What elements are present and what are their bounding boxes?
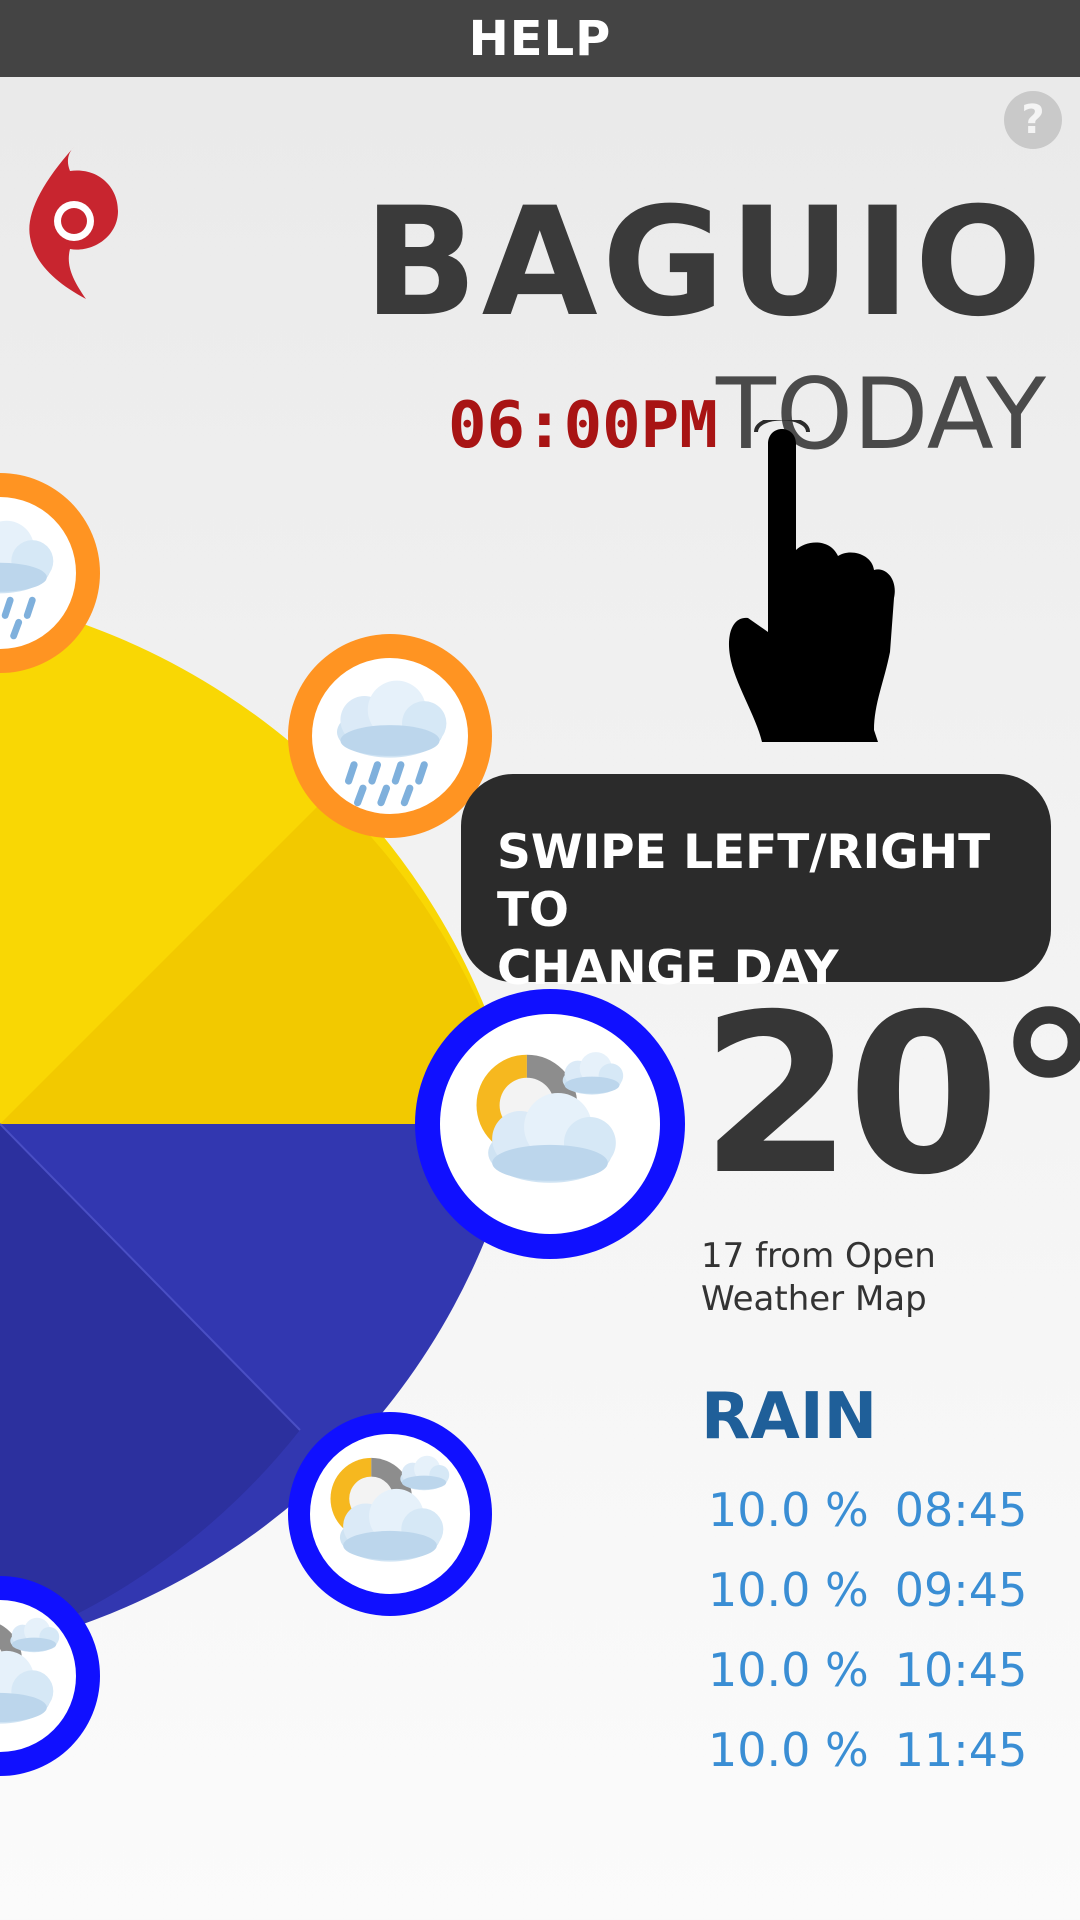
typhoon-logo-icon [29,147,118,299]
rain-list: 10.0 % 08:45 10.0 % 09:45 10.0 % 10:45 1… [708,1470,1027,1790]
city-name: BAGUIO [363,176,1046,350]
rain-chance: 10.0 % [708,1563,869,1617]
app-bar-title: HELP [468,10,612,67]
help-icon[interactable]: ? [1004,91,1062,149]
app-bar: HELP [0,0,1080,77]
rain-entry: 10.0 % 10:45 [708,1630,1027,1710]
rain-title: RAIN [701,1380,878,1454]
rain-entry: 10.0 % 11:45 [708,1710,1027,1790]
hint-line-1: SWIPE LEFT/RIGHT TO [497,825,991,938]
rain-time: 08:45 [894,1483,1028,1537]
pointing-hand-icon [728,420,895,742]
rain-chance: 10.0 % [708,1723,869,1777]
rain-time: 11:45 [894,1723,1028,1777]
wheel-slot-rain-2[interactable] [288,634,492,838]
rain-time: 09:45 [894,1563,1028,1617]
rain-entry: 10.0 % 09:45 [708,1550,1027,1630]
rain-chance: 10.0 % [708,1483,869,1537]
wheel-slot-night-1[interactable] [288,1412,492,1616]
temperature-value: 20° [700,967,1080,1223]
rain-time: 10:45 [894,1643,1028,1697]
rain-entry: 10.0 % 08:45 [708,1470,1027,1550]
wheel-slot-selected[interactable] [415,989,685,1259]
rain-chance: 10.0 % [708,1643,869,1697]
day-night-wheel[interactable] [0,440,700,1820]
swipe-hint-tooltip: SWIPE LEFT/RIGHT TO CHANGE DAY [461,774,1051,996]
source-note: 17 from Open Weather Map [701,1236,936,1319]
